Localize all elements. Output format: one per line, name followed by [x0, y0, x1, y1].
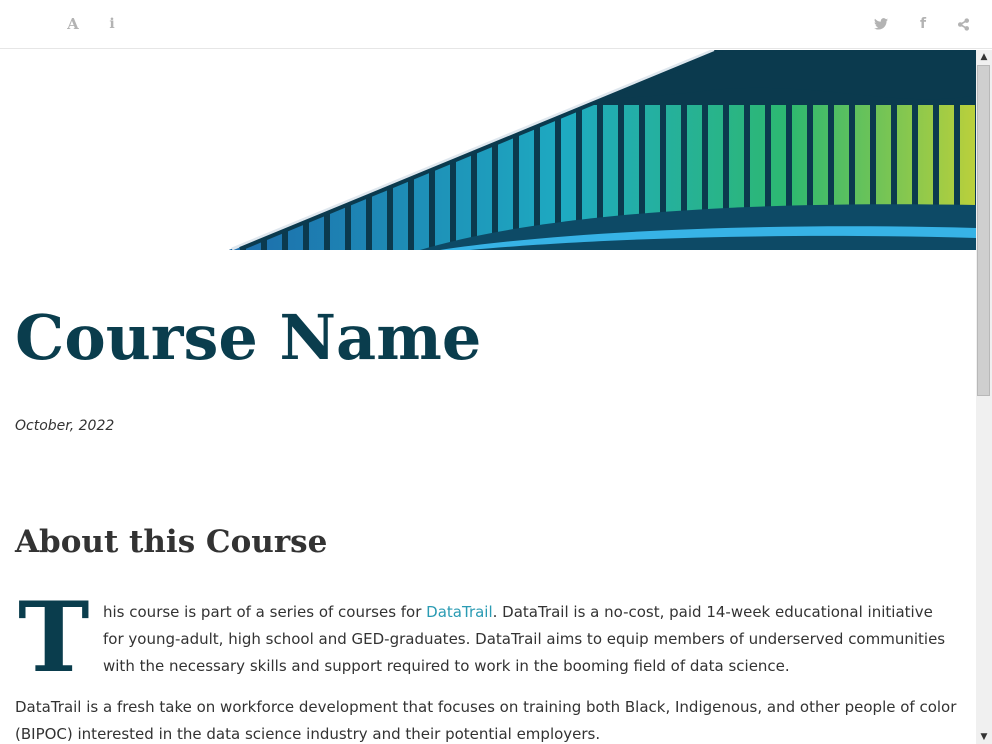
font-settings-icon[interactable]: A [61, 12, 85, 36]
banner-bar-divider [303, 90, 309, 250]
section-heading-about: About this Course [15, 524, 328, 560]
workforce-paragraph: DataTrail is a fresh take on workforce d… [15, 698, 957, 743]
scrollbar-thumb[interactable] [977, 65, 990, 396]
banner-bar-divider [324, 90, 330, 250]
banner-bar-divider [366, 90, 372, 250]
banner-bar-divider [513, 90, 519, 250]
scroll-down-arrow-icon[interactable]: ▼ [976, 730, 992, 744]
banner-bar-divider [387, 90, 393, 250]
page-content: Course Name October, 2022 About this Cou… [0, 50, 976, 744]
datatrail-link[interactable]: DataTrail [426, 603, 492, 621]
vertical-scrollbar[interactable]: ▲ ▼ [976, 50, 992, 744]
intro-paragraph: his course is part of a series of course… [103, 599, 953, 680]
course-banner-image [217, 50, 976, 250]
twitter-icon[interactable] [869, 12, 893, 36]
banner-bar-divider [345, 90, 351, 250]
top-toolbar: A i f [0, 0, 992, 49]
share-icon[interactable] [951, 12, 975, 36]
facebook-icon[interactable]: f [911, 12, 935, 36]
intro-text-start: his course is part of a series of course… [103, 603, 427, 621]
page-title: Course Name [15, 301, 482, 374]
drop-cap-letter: T [18, 581, 90, 694]
banner-bar-divider [261, 90, 267, 250]
scroll-up-arrow-icon[interactable]: ▲ [976, 50, 992, 64]
banner-bar-divider [492, 90, 498, 250]
banner-bar-divider [240, 90, 246, 250]
banner-bar-divider [471, 90, 477, 250]
banner-bar-divider [450, 90, 456, 250]
info-icon[interactable]: i [100, 12, 124, 36]
publication-date: October, 2022 [15, 418, 115, 434]
